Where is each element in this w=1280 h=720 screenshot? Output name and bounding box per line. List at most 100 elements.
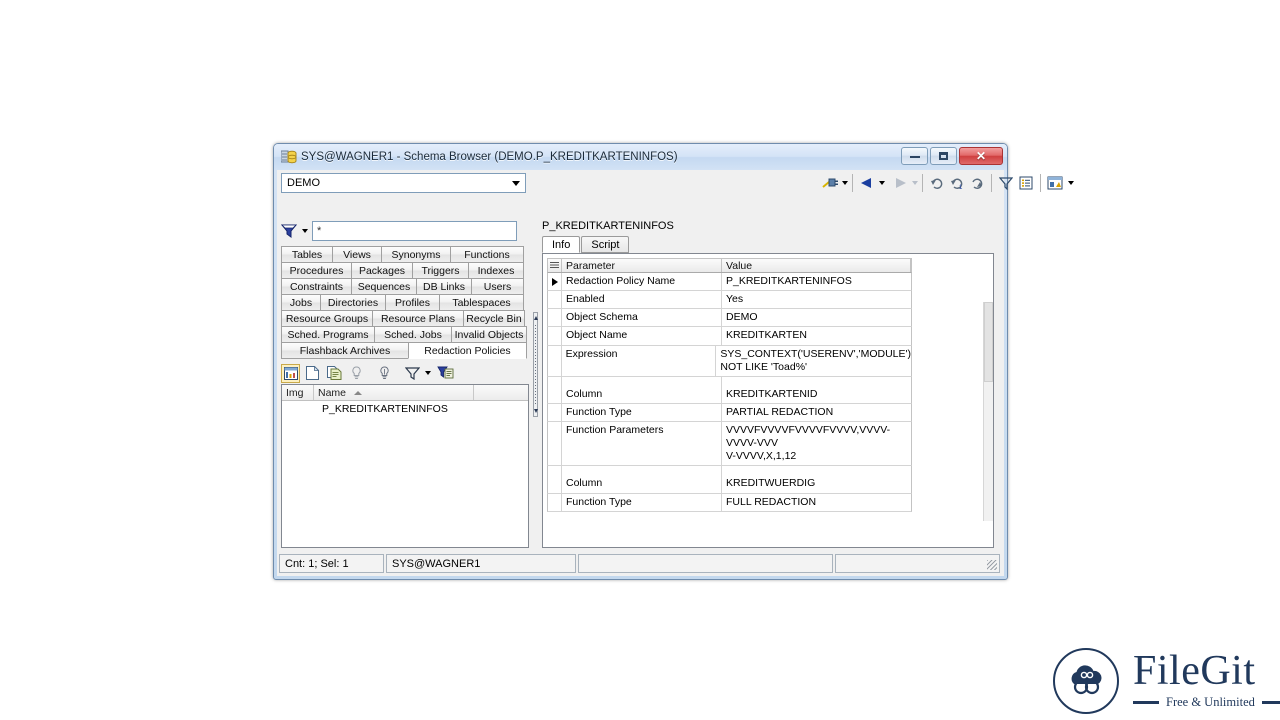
status-right: [835, 554, 1000, 573]
table-row[interactable]: Object Name KREDITKARTEN: [547, 327, 912, 346]
detail-vertical-scrollbar[interactable]: [983, 302, 993, 521]
hamburger-icon: [550, 262, 559, 269]
minimize-icon: [909, 155, 920, 158]
object-type-tab-sched-jobs[interactable]: Sched. Jobs: [374, 326, 452, 343]
object-type-tab-tables[interactable]: Tables: [281, 246, 333, 263]
object-type-tab-users[interactable]: Users: [471, 278, 524, 295]
connect-dropdown-icon[interactable]: [842, 181, 848, 185]
object-type-tab-synonyms[interactable]: Synonyms: [381, 246, 451, 263]
view-options-dropdown-icon[interactable]: [1068, 181, 1074, 185]
minimize-button[interactable]: [901, 147, 928, 165]
object-type-tab-db-links[interactable]: DB Links: [416, 278, 472, 295]
schema-dropdown[interactable]: DEMO: [281, 173, 526, 193]
column-header-img[interactable]: Img: [282, 385, 314, 400]
refresh-list-button[interactable]: [967, 173, 987, 193]
grid-rows: Redaction Policy Name P_KREDITKARTENINFOS…: [547, 273, 912, 512]
table-row[interactable]: Column KREDITWUERDIG: [547, 475, 912, 494]
splitter-collapse-down-icon[interactable]: [534, 409, 538, 413]
window-title: SYS@WAGNER1 - Schema Browser (DEMO.P_KRE…: [301, 151, 678, 163]
object-type-tab-packages[interactable]: Packages: [351, 262, 413, 279]
cell-value: SYS_CONTEXT('USERENV','MODULE') NOT LIKE…: [720, 347, 911, 373]
object-type-tab-indexes[interactable]: Indexes: [468, 262, 524, 279]
refresh-list-icon: [971, 178, 982, 189]
object-type-tab-redaction-policies[interactable]: Redaction Policies: [408, 342, 527, 359]
row-indicator: [548, 291, 562, 309]
object-type-tab-directories[interactable]: Directories: [320, 294, 386, 311]
duplicate-object-button[interactable]: [325, 364, 344, 383]
column-header-value[interactable]: Value: [722, 259, 911, 272]
filegit-tagline: Free & Unlimited: [1166, 694, 1255, 709]
filter-dropdown-icon[interactable]: [302, 229, 308, 233]
object-type-tab-resource-plans[interactable]: Resource Plans: [372, 310, 464, 327]
lightbulb-off-icon: [352, 366, 361, 379]
funnel-icon: [999, 177, 1013, 190]
new-object-button[interactable]: [303, 364, 322, 383]
hint-off-button[interactable]: [347, 364, 366, 383]
table-row[interactable]: Expression SYS_CONTEXT('USERENV','MODULE'…: [547, 345, 912, 377]
status-count: Cnt: 1; Sel: 1: [279, 554, 384, 573]
column-header-parameter[interactable]: Parameter: [562, 259, 722, 272]
forward-button[interactable]: [890, 173, 910, 193]
parameter-grid: Parameter Value Redaction Policy Name P_K…: [547, 258, 912, 512]
advanced-filter-button[interactable]: [436, 364, 455, 383]
list-item[interactable]: P_KREDITKARTENINFOS: [282, 401, 528, 416]
title-bar[interactable]: SYS@WAGNER1 - Schema Browser (DEMO.P_KRE…: [274, 144, 1007, 170]
maximize-button[interactable]: [930, 147, 957, 165]
object-type-tab-row: Jobs Directories Profiles Tablespaces: [281, 294, 529, 311]
object-type-tab-triggers[interactable]: Triggers: [412, 262, 469, 279]
view-options-button[interactable]: [1045, 173, 1065, 193]
table-row[interactable]: Column KREDITKARTENID: [547, 385, 912, 404]
object-type-tab-profiles[interactable]: Profiles: [385, 294, 440, 311]
back-button[interactable]: [857, 173, 877, 193]
table-row[interactable]: Object Schema DEMO: [547, 309, 912, 328]
list-filter-dropdown-icon[interactable]: [425, 371, 431, 375]
detail-object-name: P_KREDITKARTENINFOS: [542, 220, 674, 232]
table-row[interactable]: Function Type PARTIAL REDACTION: [547, 403, 912, 422]
key-plug-icon: [821, 178, 838, 188]
object-type-tab-tablespaces[interactable]: Tablespaces: [439, 294, 524, 311]
connect-button[interactable]: [820, 173, 840, 193]
filter-button[interactable]: [996, 173, 1016, 193]
table-row[interactable]: Function Parameters VVVVFVVVVFVVVVFVVVV,V…: [547, 422, 912, 467]
funnel-icon[interactable]: [281, 223, 298, 239]
grid-menu-button[interactable]: [548, 259, 562, 272]
hint-on-button[interactable]: [375, 364, 394, 383]
right-triangle-icon: [896, 178, 906, 188]
object-type-tab-jobs[interactable]: Jobs: [281, 294, 321, 311]
table-row[interactable]: Function Type FULL REDACTION: [547, 493, 912, 512]
tab-script[interactable]: Script: [581, 236, 630, 253]
object-type-tab-invalid-objects[interactable]: Invalid Objects: [451, 326, 527, 343]
scrollbar-thumb[interactable]: [984, 302, 993, 382]
columns-button[interactable]: [1016, 173, 1036, 193]
object-type-tab-functions[interactable]: Functions: [450, 246, 524, 263]
object-type-tab-recycle-bin[interactable]: Recycle Bin: [463, 310, 525, 327]
refresh-all-button[interactable]: 1: [947, 173, 967, 193]
object-type-tab-procedures[interactable]: Procedures: [281, 262, 352, 279]
close-button[interactable]: ✕: [959, 147, 1003, 165]
refresh-button[interactable]: [927, 173, 947, 193]
panel-splitter[interactable]: [532, 250, 539, 546]
table-row[interactable]: Enabled Yes: [547, 291, 912, 310]
splitter-handle[interactable]: [533, 312, 538, 417]
row-indicator: [548, 493, 562, 511]
object-type-tab-resource-groups[interactable]: Resource Groups: [281, 310, 373, 327]
object-type-tab-sequences[interactable]: Sequences: [351, 278, 417, 295]
detail-tabs: Info Script: [542, 236, 994, 253]
filter-input[interactable]: *: [312, 221, 517, 241]
tab-info[interactable]: Info: [542, 236, 581, 253]
object-type-tab-constraints[interactable]: Constraints: [281, 278, 352, 295]
object-type-tab-views[interactable]: Views: [332, 246, 382, 263]
resize-grip-icon[interactable]: [987, 560, 997, 570]
grid-view-button[interactable]: [281, 363, 300, 383]
object-type-tab-sched-programs[interactable]: Sched. Programs: [281, 326, 375, 343]
object-type-tab-flashback-archives[interactable]: Flashback Archives: [281, 342, 409, 359]
object-list[interactable]: Img Name P_KREDITKARTENINFOS: [281, 384, 529, 548]
refresh-all-icon: 1: [950, 178, 963, 191]
cell-value: P_KREDITKARTENINFOS: [726, 275, 852, 287]
list-filter-button[interactable]: [403, 364, 422, 383]
row-indicator: [548, 327, 562, 345]
column-header-name[interactable]: Name: [314, 385, 474, 400]
splitter-collapse-up-icon[interactable]: [534, 316, 538, 320]
table-row[interactable]: Redaction Policy Name P_KREDITKARTENINFOS: [547, 273, 912, 292]
back-dropdown-icon[interactable]: [879, 181, 885, 185]
